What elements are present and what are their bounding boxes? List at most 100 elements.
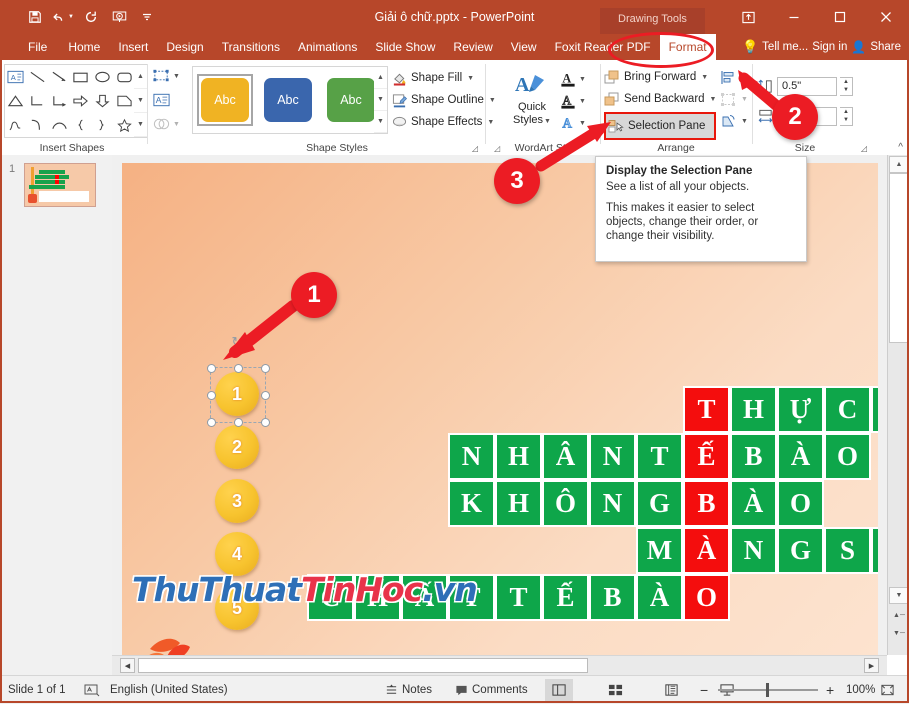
curve-shape-icon[interactable] [27, 113, 49, 137]
shape-styles-gallery[interactable]: Abc Abc Abc [192, 66, 378, 134]
shape-styles-dialog-launcher[interactable]: ◿ [472, 144, 478, 153]
shapes-scroll-down-button[interactable]: ▼ [134, 89, 147, 113]
crossword-cell[interactable]: B [589, 574, 636, 621]
right-brace-shape-icon[interactable] [92, 113, 114, 137]
zoom-level-indicator[interactable]: 100% [846, 676, 875, 704]
tell-me-icon[interactable]: 💡 [742, 39, 758, 55]
crossword-cell[interactable]: B [683, 480, 730, 527]
bring-forward-chevron-down-icon[interactable]: ▼ [701, 74, 708, 81]
shape-style-swatch-selected[interactable]: Abc [197, 74, 253, 126]
collapse-ribbon-button[interactable]: ^ [898, 142, 903, 153]
close-icon[interactable] [863, 0, 909, 34]
crossword-cell[interactable]: N [589, 433, 636, 480]
next-slide-button[interactable]: ▼─ [889, 625, 909, 642]
tab-transitions[interactable]: Transitions [213, 34, 289, 60]
selection-handle-n[interactable] [234, 364, 243, 373]
slide-indicator[interactable]: Slide 1 of 1 [8, 676, 66, 704]
reading-view-button[interactable] [657, 679, 685, 701]
crossword-cell[interactable]: T [636, 433, 683, 480]
previous-slide-button[interactable]: ▲─ [889, 607, 909, 624]
crossword-cell[interactable]: À [683, 527, 730, 574]
start-presentation-icon[interactable] [106, 5, 132, 29]
crossword-cell[interactable]: Â [542, 433, 589, 480]
crossword-cell[interactable]: Ô [542, 480, 589, 527]
shape-styles-more-button[interactable]: ▼ [374, 111, 387, 133]
zoom-slider-thumb[interactable] [766, 683, 769, 697]
shape-effects-button[interactable]: Shape Effects ▼ [392, 111, 496, 133]
elbow-arrow-connector-icon[interactable] [48, 89, 70, 113]
shape-width-decrease-button[interactable]: ▼ [840, 116, 852, 125]
left-brace-shape-icon[interactable] [70, 113, 92, 137]
share-button[interactable]: Share [870, 41, 901, 53]
shape-style-swatch-3[interactable]: Abc [327, 78, 375, 122]
slide-sorter-button[interactable] [601, 679, 629, 701]
crossword-cell[interactable]: B [730, 433, 777, 480]
selection-handle-se[interactable] [261, 418, 270, 427]
arc-shape-icon[interactable] [48, 113, 70, 137]
tab-home[interactable]: Home [59, 34, 109, 60]
shape-fill-chevron-down-icon[interactable]: ▼ [467, 75, 474, 82]
tab-insert[interactable]: Insert [109, 34, 157, 60]
selection-handle-s[interactable] [234, 418, 243, 427]
undo-icon[interactable]: ▼ [50, 5, 76, 29]
crossword-cell[interactable]: O [683, 574, 730, 621]
zoom-out-button[interactable]: − [700, 676, 708, 704]
zoom-slider[interactable] [718, 676, 818, 704]
star-shape-icon[interactable] [113, 113, 135, 137]
maximize-icon[interactable] [817, 0, 863, 34]
selection-pane-button[interactable]: Selection Pane [604, 112, 717, 140]
shape-styles-scroll-up-button[interactable]: ▲ [374, 67, 387, 89]
shape-height-increase-button[interactable]: ▲ [840, 78, 852, 87]
edit-shape-button[interactable]: ▼ [152, 64, 192, 88]
arrow-shape-icon[interactable] [48, 65, 70, 89]
text-outline-button[interactable]: A ▼ [560, 90, 586, 112]
tab-review[interactable]: Review [444, 34, 501, 60]
tab-file[interactable]: File [16, 34, 59, 60]
right-arrow-shape-icon[interactable] [70, 89, 92, 113]
shape-fill-button[interactable]: Shape Fill ▼ [392, 67, 496, 89]
tab-view[interactable]: View [502, 34, 546, 60]
shape-width-stepper[interactable]: ▲ ▼ [840, 106, 853, 126]
customize-qat-icon[interactable] [134, 5, 160, 29]
question-circle-2[interactable]: 2 [215, 425, 259, 469]
question-circle-3[interactable]: 3 [215, 479, 259, 523]
language-indicator[interactable]: English (United States) [110, 676, 228, 704]
redo-icon[interactable] [78, 5, 104, 29]
shapes-more-button[interactable]: ▼ [134, 113, 147, 137]
shapes-gallery[interactable]: A [4, 64, 136, 138]
shape-height-stepper[interactable]: ▲ ▼ [840, 76, 853, 96]
text-fill-button[interactable]: A ▼ [560, 68, 586, 90]
crossword-cell[interactable]: À [730, 480, 777, 527]
normal-view-button[interactable] [545, 679, 573, 701]
spell-check-icon[interactable] [84, 676, 100, 704]
scroll-down-button[interactable]: ▼ [889, 587, 909, 604]
crossword-cell[interactable] [871, 527, 878, 574]
selection-handle-nw[interactable] [207, 364, 216, 373]
tell-me-button[interactable]: Tell me... [762, 41, 808, 53]
shape-styles-scroll-down-button[interactable]: ▼ [374, 89, 387, 111]
crossword-cell[interactable]: H [495, 433, 542, 480]
rounded-rectangle-shape-icon[interactable] [113, 65, 135, 89]
selection-handle-ne[interactable] [261, 364, 270, 373]
text-fill-chevron-down-icon[interactable]: ▼ [579, 76, 586, 83]
scroll-left-button[interactable]: ◀ [120, 658, 135, 673]
insert-text-box-button[interactable]: A [152, 88, 192, 112]
tab-animations[interactable]: Animations [289, 34, 366, 60]
crossword-cell[interactable]: O [824, 433, 871, 480]
horizontal-scrollbar[interactable]: ◀ ▶ [112, 655, 887, 676]
wordart-styles-dialog-launcher[interactable]: ◿ [494, 144, 500, 153]
crossword-cell[interactable]: M [636, 527, 683, 574]
crossword-cell[interactable]: N [448, 433, 495, 480]
share-icon[interactable]: 👤 [851, 40, 866, 54]
crossword-cell[interactable]: T [683, 386, 730, 433]
elbow-connector-icon[interactable] [27, 89, 49, 113]
shape-style-swatch-2[interactable]: Abc [264, 78, 312, 122]
text-outline-chevron-down-icon[interactable]: ▼ [579, 98, 586, 105]
triangle-shape-icon[interactable] [5, 89, 27, 113]
crossword-cell[interactable]: À [777, 433, 824, 480]
oval-shape-icon[interactable] [92, 65, 114, 89]
selection-handle-w[interactable] [207, 391, 216, 400]
shape-outline-button[interactable]: Shape Outline ▼ [392, 89, 496, 111]
send-backward-chevron-down-icon[interactable]: ▼ [710, 96, 717, 103]
crossword-cell[interactable]: À [636, 574, 683, 621]
